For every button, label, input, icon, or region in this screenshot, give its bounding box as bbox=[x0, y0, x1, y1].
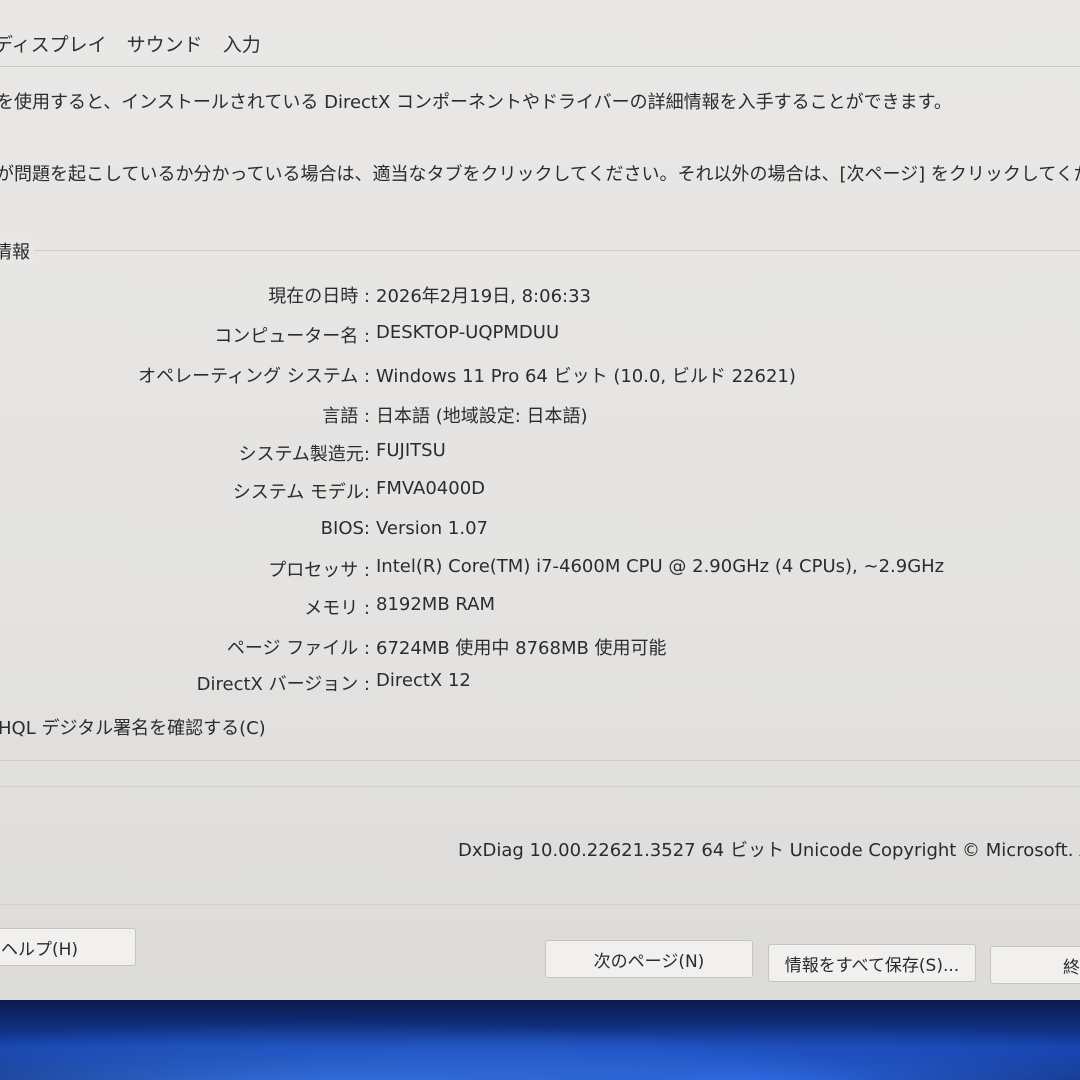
divider bbox=[0, 760, 1080, 761]
info-label: プロセッサ : bbox=[268, 560, 370, 581]
info-row-language: 言語 : 日本語 (地域設定: 日本語) bbox=[0, 402, 1080, 432]
exit-button[interactable]: 終 bbox=[990, 946, 1080, 984]
info-value: DESKTOP-UQPMDUU bbox=[376, 322, 560, 343]
info-label: 現在の日時 : bbox=[268, 286, 370, 307]
info-value: 日本語 (地域設定: 日本語) bbox=[376, 406, 588, 427]
info-row-computer-name: コンピューター名 : DESKTOP-UQPMDUU bbox=[0, 322, 1080, 352]
info-row-bios: BIOS: Version 1.07 bbox=[0, 518, 1080, 548]
desktop-wallpaper bbox=[0, 1000, 1080, 1080]
info-value: Intel(R) Core(TM) i7-4600M CPU @ 2.90GHz… bbox=[376, 556, 945, 577]
screen: ディスプレイ サウンド 入力 を使用すると、インストールされている Direct… bbox=[0, 0, 1080, 1080]
info-value: Version 1.07 bbox=[376, 518, 488, 539]
info-row-datetime: 現在の日時 : 2026年2月19日, 8:06:33 bbox=[0, 282, 1080, 312]
divider bbox=[0, 904, 1080, 905]
info-value: 6724MB 使用中 8768MB 使用可能 bbox=[376, 638, 667, 659]
info-value: FUJITSU bbox=[376, 440, 446, 461]
tab-bar: ディスプレイ サウンド 入力 bbox=[0, 30, 261, 60]
info-value: Windows 11 Pro 64 ビット (10.0, ビルド 22621) bbox=[376, 366, 796, 387]
info-label: ページ ファイル : bbox=[226, 638, 370, 659]
tab-sound[interactable]: サウンド bbox=[127, 30, 203, 60]
info-label: 言語 : bbox=[322, 406, 370, 427]
info-row-manufacturer: システム製造元: FUJITSU bbox=[0, 440, 1080, 470]
system-info-group-title: 情報 bbox=[0, 238, 34, 264]
info-row-directx-version: DirectX バージョン : DirectX 12 bbox=[0, 670, 1080, 700]
info-value: 8192MB RAM bbox=[376, 594, 496, 615]
info-value: FMVA0400D bbox=[376, 478, 486, 499]
info-label: システム モデル: bbox=[232, 482, 370, 503]
info-label: オペレーティング システム : bbox=[138, 366, 370, 387]
info-label: BIOS: bbox=[320, 518, 370, 539]
info-value: 2026年2月19日, 8:06:33 bbox=[376, 286, 591, 307]
whql-checkbox[interactable]: HQL デジタル署名を確認する(C) bbox=[0, 714, 266, 740]
info-label: メモリ : bbox=[304, 598, 370, 619]
tab-input[interactable]: 入力 bbox=[223, 30, 261, 60]
info-row-processor: プロセッサ : Intel(R) Core(TM) i7-4600M CPU @… bbox=[0, 556, 1080, 586]
save-all-info-button[interactable]: 情報をすべて保存(S)... bbox=[768, 944, 976, 982]
info-value: DirectX 12 bbox=[376, 670, 471, 691]
info-row-os: オペレーティング システム : Windows 11 Pro 64 ビット (1… bbox=[0, 362, 1080, 392]
version-copyright-text: DxDiag 10.00.22621.3527 64 ビット Unicode C… bbox=[458, 840, 1080, 861]
info-label: DirectX バージョン : bbox=[196, 674, 370, 695]
dxdiag-window: ディスプレイ サウンド 入力 を使用すると、インストールされている Direct… bbox=[0, 0, 1080, 1010]
group-border bbox=[0, 250, 1080, 251]
next-page-button[interactable]: 次のページ(N) bbox=[545, 940, 753, 978]
tab-display[interactable]: ディスプレイ bbox=[0, 30, 107, 60]
divider bbox=[0, 786, 1080, 787]
info-label: システム製造元: bbox=[238, 444, 370, 465]
intro-text-1: を使用すると、インストールされている DirectX コンポーネントやドライバー… bbox=[0, 92, 952, 113]
info-label: コンピューター名 : bbox=[214, 326, 370, 347]
help-button[interactable]: ヘルプ(H) bbox=[0, 928, 136, 966]
info-row-model: システム モデル: FMVA0400D bbox=[0, 478, 1080, 508]
info-row-page-file: ページ ファイル : 6724MB 使用中 8768MB 使用可能 bbox=[0, 634, 1080, 664]
tab-divider bbox=[0, 66, 1080, 67]
info-row-memory: メモリ : 8192MB RAM bbox=[0, 594, 1080, 624]
intro-text-2: が問題を起こしているか分かっている場合は、適当なタブをクリックしてください。それ… bbox=[0, 164, 1080, 185]
